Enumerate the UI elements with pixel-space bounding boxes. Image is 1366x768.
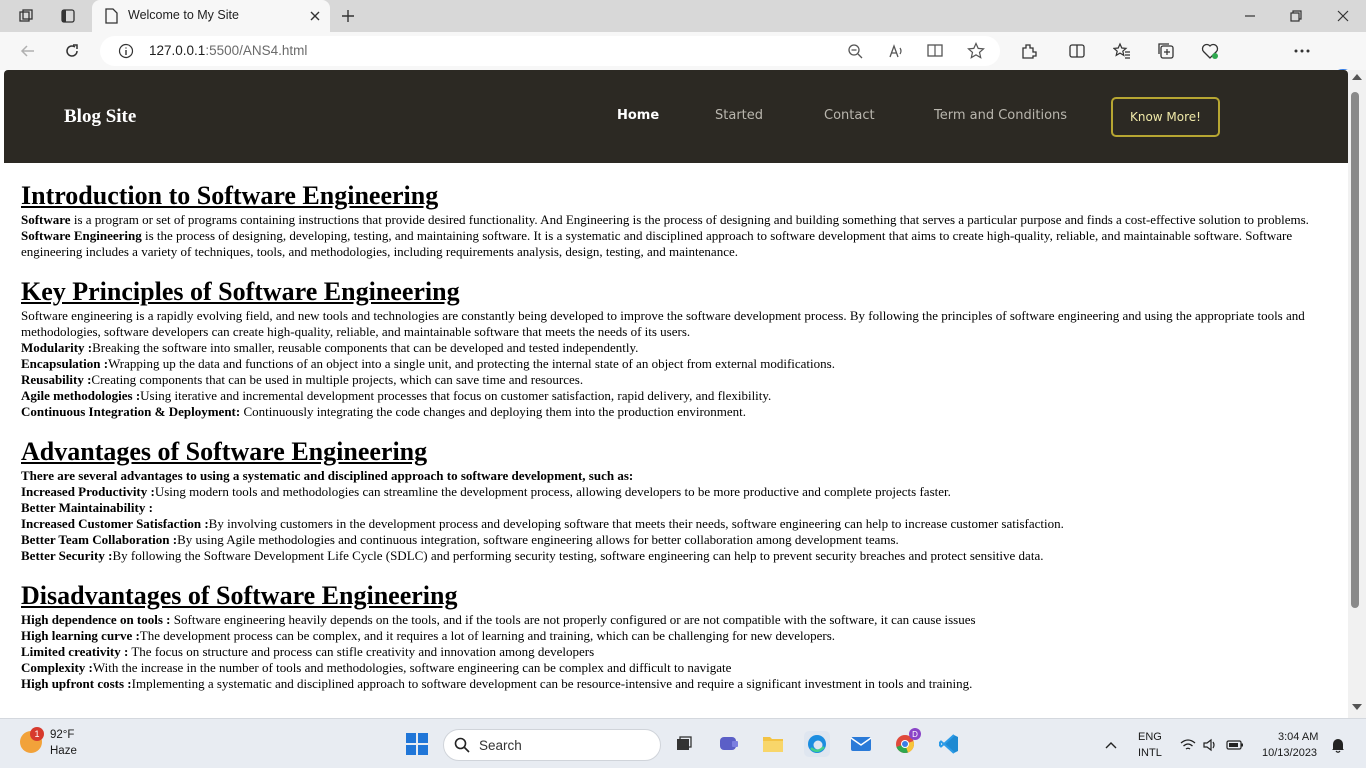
clock-time[interactable]: 3:04 AM — [1278, 731, 1318, 743]
paragraph-line: Increased Productivity :Using modern too… — [21, 484, 951, 499]
browser-toolbar: 127.0.0.1:5500/ANS4.html b — [0, 32, 1366, 97]
know-more-button[interactable]: Know More! — [1111, 97, 1220, 137]
paragraph-line: There are several advantages to using a … — [21, 468, 634, 483]
clock-date[interactable]: 10/13/2023 — [1262, 747, 1317, 759]
url-text: 127.0.0.1:5500/ANS4.html — [149, 43, 307, 58]
paragraph-line: Complexity :With the increase in the num… — [21, 660, 732, 675]
chevron-up-icon[interactable] — [1102, 736, 1120, 754]
volume-icon[interactable] — [1201, 736, 1219, 754]
weather-desc[interactable]: Haze — [50, 745, 77, 757]
url-host: 127.0.0.1 — [149, 43, 206, 58]
search-icon — [454, 737, 470, 758]
paragraph-line: Software is a program or set of programs… — [21, 212, 1309, 227]
paragraph-line: Encapsulation :Wrapping up the data and … — [21, 356, 835, 371]
nav-started[interactable]: Started — [715, 108, 763, 123]
back-icon[interactable] — [18, 41, 38, 61]
weather-temp[interactable]: 92°F — [50, 729, 74, 741]
paragraph-line: Agile methodologies :Using iterative and… — [21, 388, 772, 403]
read-aloud-icon[interactable] — [886, 41, 906, 61]
taskbar: 1 92°F Haze Search D ENG INTL 3:04 AM 10… — [0, 718, 1366, 768]
scroll-up-arrow-icon[interactable] — [1352, 74, 1362, 80]
collections-icon[interactable] — [1156, 41, 1176, 61]
url-path: :5500/ANS4.html — [205, 43, 308, 58]
immersive-reader-icon[interactable] — [926, 41, 946, 61]
paragraph-line: High upfront costs :Implementing a syste… — [21, 676, 973, 691]
paragraph-line: Limited creativity : The focus on struct… — [21, 644, 595, 659]
scroll-thumb[interactable] — [1351, 92, 1359, 608]
file-explorer-icon[interactable] — [760, 731, 786, 757]
paragraph-line: Software Engineering is the process of d… — [21, 228, 1293, 259]
keyboard-layout[interactable]: INTL — [1138, 747, 1162, 759]
paragraph-line: Reusability :Creating components that ca… — [21, 372, 584, 387]
tab-close-icon[interactable] — [306, 7, 324, 25]
close-window-icon[interactable] — [1333, 6, 1353, 26]
nav-terms[interactable]: Term and Conditions — [934, 108, 1067, 123]
page-icon — [104, 8, 118, 29]
paragraph-line: Better Security :By following the Softwa… — [21, 548, 1044, 563]
weather-badge: 1 — [30, 727, 44, 741]
section-key-principles: Key Principles of Software Engineering S… — [21, 276, 1326, 420]
section-disadvantages: Disadvantages of Software Engineering Hi… — [21, 580, 1326, 692]
new-tab-icon[interactable] — [338, 6, 358, 26]
section-heading: Disadvantages of Software Engineering — [21, 581, 458, 610]
section-advantages: Advantages of Software Engineering There… — [21, 436, 1326, 564]
site-header: Blog Site Home Started Contact Term and … — [4, 70, 1348, 163]
url-bar[interactable]: 127.0.0.1:5500/ANS4.html — [100, 36, 1000, 66]
tab-active[interactable]: Welcome to My Site — [92, 0, 330, 32]
favorite-star-icon[interactable] — [966, 41, 986, 61]
mail-icon[interactable] — [848, 731, 874, 757]
minimize-icon[interactable] — [1240, 6, 1260, 26]
paragraph-line: Continuous Integration & Deployment: Con… — [21, 404, 747, 419]
browser-tabbar: Welcome to My Site — [0, 0, 1366, 32]
notification-bell-icon[interactable] — [1329, 736, 1347, 754]
chrome-profile-badge: D — [909, 728, 921, 740]
tab-title: Welcome to My Site — [128, 8, 239, 22]
teams-chat-icon[interactable] — [716, 731, 742, 757]
edge-browser-icon[interactable] — [804, 731, 830, 757]
paragraph-line: High dependence on tools : Software engi… — [21, 612, 976, 627]
workspaces-icon[interactable] — [16, 6, 36, 26]
site-logo[interactable]: Blog Site — [64, 106, 136, 128]
nav-contact[interactable]: Contact — [824, 108, 875, 123]
browser-essentials-icon[interactable] — [1200, 41, 1220, 61]
wifi-icon[interactable] — [1179, 736, 1197, 754]
battery-icon[interactable] — [1226, 736, 1244, 754]
info-icon[interactable] — [116, 41, 136, 61]
refresh-icon[interactable] — [62, 41, 82, 61]
language-code[interactable]: ENG — [1138, 731, 1162, 743]
page-viewport: Blog Site Home Started Contact Term and … — [4, 70, 1348, 718]
paragraph-line: Increased Customer Satisfaction :By invo… — [21, 516, 1064, 531]
scroll-down-arrow-icon[interactable] — [1352, 704, 1362, 710]
section-heading: Introduction to Software Engineering — [21, 181, 439, 210]
section-heading: Advantages of Software Engineering — [21, 437, 428, 466]
vscode-icon[interactable] — [936, 731, 962, 757]
favorites-icon[interactable] — [1112, 41, 1132, 61]
start-windows-icon[interactable] — [406, 733, 428, 755]
zoom-icon[interactable] — [845, 41, 865, 61]
paragraph-line: Better Maintainability : — [21, 500, 153, 515]
paragraph-line: Software engineering is a rapidly evolvi… — [21, 308, 1305, 339]
chrome-icon[interactable]: D — [892, 728, 921, 757]
taskbar-search[interactable]: Search — [443, 729, 661, 761]
nav-home[interactable]: Home — [617, 108, 659, 123]
task-view-icon[interactable] — [671, 731, 697, 757]
search-label: Search — [479, 738, 522, 753]
section-heading: Key Principles of Software Engineering — [21, 277, 460, 306]
section-introduction: Introduction to Software Engineering Sof… — [21, 180, 1326, 260]
article-content: Introduction to Software Engineering Sof… — [21, 180, 1326, 708]
more-menu-icon[interactable] — [1292, 41, 1312, 61]
paragraph-line: High learning curve :The development pro… — [21, 628, 836, 643]
tab-actions-icon[interactable] — [58, 6, 78, 26]
paragraph-line: Better Team Collaboration :By using Agil… — [21, 532, 899, 547]
paragraph-line: Modularity :Breaking the software into s… — [21, 340, 639, 355]
page-scrollbar[interactable] — [1348, 70, 1366, 718]
restore-icon[interactable] — [1286, 6, 1306, 26]
extensions-icon[interactable] — [1019, 41, 1039, 61]
split-screen-icon[interactable] — [1067, 41, 1087, 61]
